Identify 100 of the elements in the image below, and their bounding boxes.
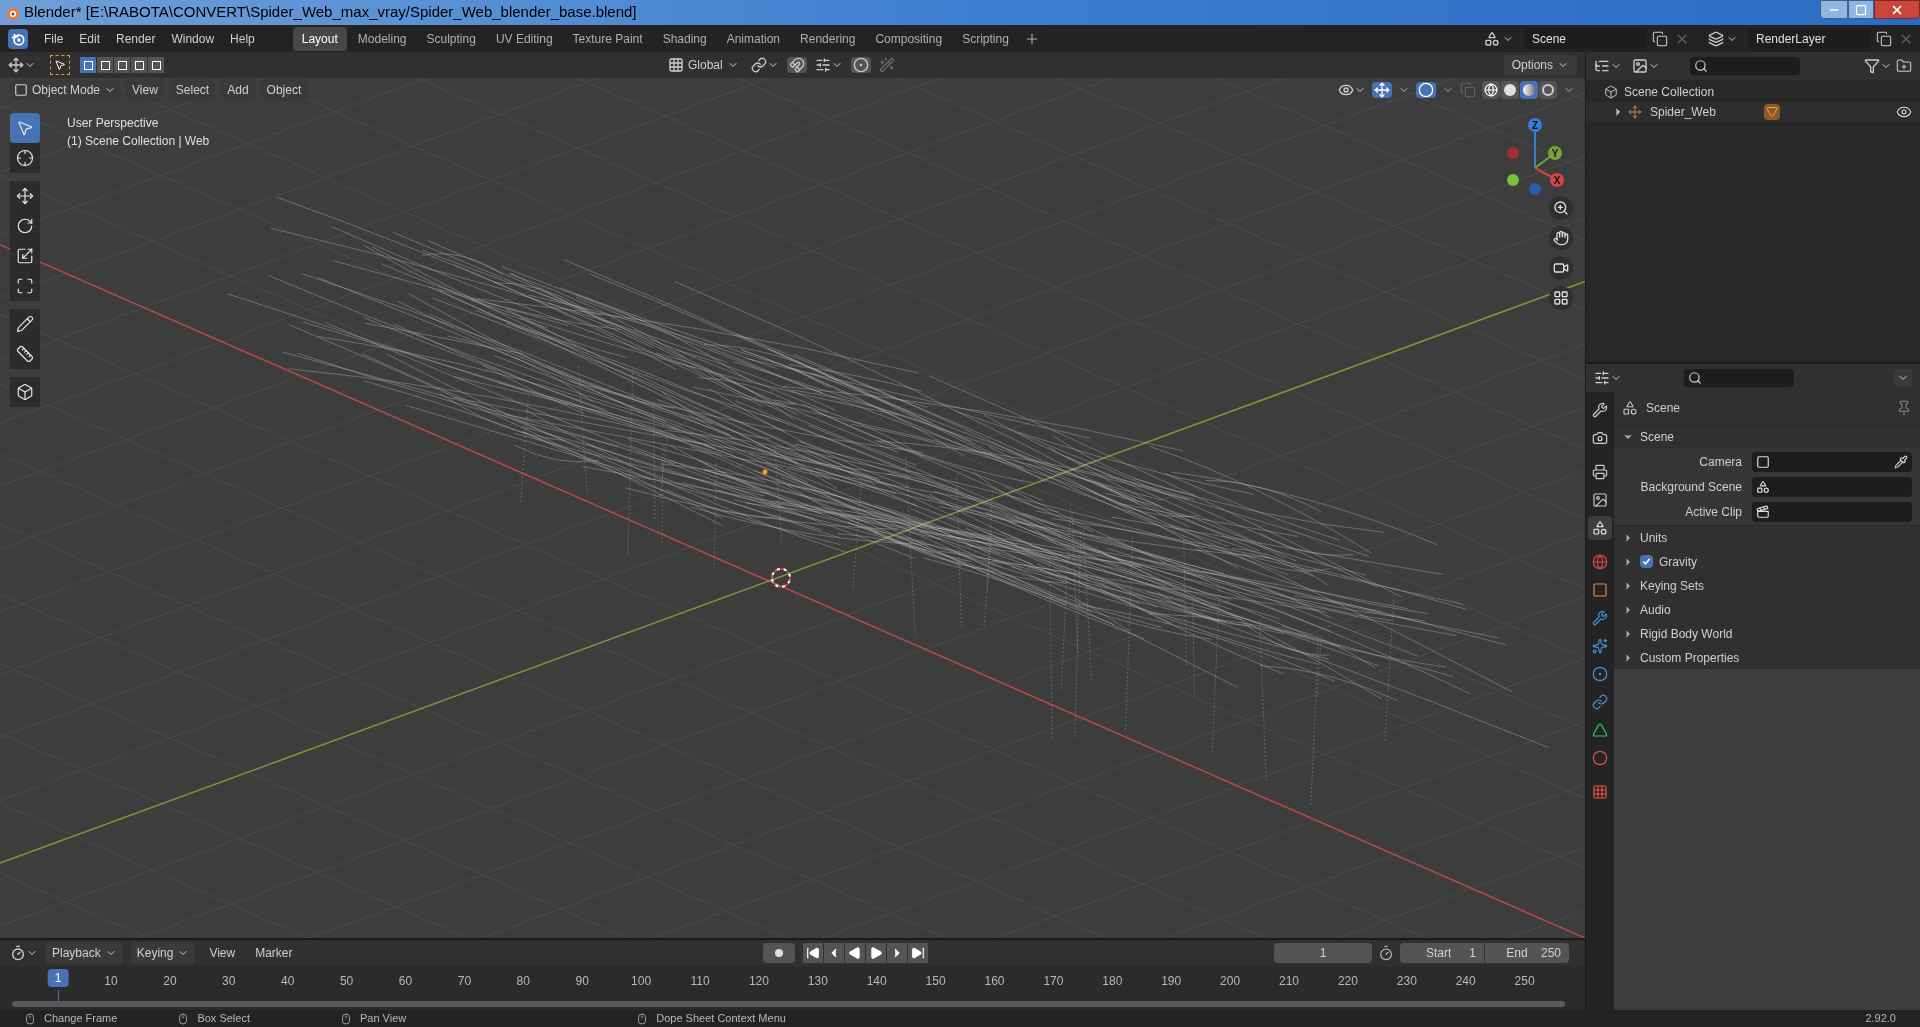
falloff-icon[interactable] <box>878 57 895 73</box>
workspace-tab[interactable]: Shading <box>653 26 716 51</box>
selection-mode-button[interactable] <box>97 57 113 73</box>
move-tool-button[interactable] <box>10 181 40 211</box>
section-title[interactable]: Gravity <box>1659 552 1697 571</box>
workspace-tab[interactable]: Compositing <box>866 26 952 51</box>
select-box-tool-button[interactable] <box>10 113 40 143</box>
current-frame-field[interactable]: 1 <box>1274 943 1372 963</box>
next-keyframe-button[interactable] <box>886 943 907 963</box>
copy-icon[interactable] <box>1876 30 1892 47</box>
mode-dropdown[interactable]: Object Mode <box>10 80 121 100</box>
close-button[interactable] <box>1874 0 1920 19</box>
viewport-menu-item[interactable]: Select <box>169 79 216 101</box>
filter-button[interactable] <box>1864 58 1892 74</box>
workspace-tab[interactable]: Animation <box>717 26 790 51</box>
axis-handle[interactable] <box>1507 147 1519 159</box>
scene-tab[interactable] <box>1588 516 1612 540</box>
new-collection-icon[interactable] <box>1896 58 1912 74</box>
record-button[interactable] <box>762 943 795 963</box>
section-title[interactable]: Units <box>1640 528 1668 547</box>
section-title[interactable]: Audio <box>1640 600 1671 619</box>
visibility-icon[interactable] <box>1896 104 1912 120</box>
selection-mode-button[interactable] <box>114 57 130 73</box>
end-frame-field[interactable]: End 250 <box>1485 943 1569 963</box>
timeline-menu-item[interactable]: View <box>203 942 242 964</box>
play-button[interactable] <box>865 943 886 963</box>
proportional-edit-button[interactable] <box>850 57 871 73</box>
clip-field[interactable] <box>1752 501 1912 522</box>
play-reverse-button[interactable] <box>844 943 865 963</box>
selection-mode-button[interactable] <box>80 57 96 73</box>
checkbox[interactable] <box>1640 555 1653 568</box>
view-layer-field[interactable]: RenderLayer <box>1748 28 1870 49</box>
selection-mode-button[interactable] <box>131 57 147 73</box>
tool-button[interactable] <box>50 55 70 75</box>
shading-mode-button[interactable] <box>1482 81 1500 99</box>
scene-field[interactable] <box>1752 476 1912 497</box>
cursor-tool-button[interactable] <box>10 143 40 173</box>
timeline-menu-item[interactable]: Marker <box>249 942 299 964</box>
workspace-tab[interactable]: Scripting <box>953 26 1018 51</box>
gizmo-toggle-button[interactable] <box>1372 82 1392 98</box>
blender-menu-button[interactable] <box>8 28 28 49</box>
search-field[interactable] <box>1684 369 1794 387</box>
add-cube-tool-button[interactable] <box>10 377 40 407</box>
snap-button[interactable] <box>786 57 807 73</box>
transform-tool-button[interactable] <box>10 271 40 301</box>
outliner-item[interactable]: Scene Collection <box>1624 83 1715 101</box>
workspace-tab[interactable]: UV Editing <box>486 26 562 51</box>
search-field[interactable] <box>1690 57 1800 75</box>
menu-item[interactable]: File <box>36 29 72 48</box>
timeline-menu-item[interactable]: Keying <box>130 942 196 964</box>
viewport-menu-item[interactable]: Object <box>260 79 308 101</box>
editor-type-button[interactable] <box>1594 58 1622 74</box>
orientation-dropdown[interactable]: Global <box>664 56 743 74</box>
pivot-button[interactable] <box>750 57 779 73</box>
panel-title[interactable]: Scene <box>1640 427 1675 446</box>
timeline-menu-item[interactable]: Playback <box>46 942 123 964</box>
axis-handle[interactable] <box>1507 174 1519 186</box>
shading-mode-button[interactable] <box>1501 81 1519 99</box>
axis-handle[interactable]: X <box>1550 173 1564 187</box>
editor-type-button[interactable] <box>8 57 36 73</box>
zoom-button[interactable] <box>1549 196 1573 220</box>
menu-item[interactable]: Help <box>222 29 263 48</box>
camera-field[interactable] <box>1752 451 1912 472</box>
editor-type-button[interactable] <box>1594 370 1622 386</box>
menu-item[interactable]: Window <box>163 29 223 48</box>
jump-end-button[interactable] <box>907 943 928 963</box>
previous-keyframe-button[interactable] <box>823 943 844 963</box>
current-frame-marker[interactable]: 1 <box>47 969 69 987</box>
axis-handle[interactable]: Z <box>1528 118 1542 132</box>
viewport-menu-item[interactable]: Add <box>221 79 255 101</box>
pin-icon[interactable] <box>1896 400 1912 416</box>
viewport-menu-item[interactable]: View <box>126 79 164 101</box>
ruler-tool-button[interactable] <box>10 339 40 369</box>
menu-item[interactable]: Render <box>108 29 164 48</box>
editor-type-button[interactable] <box>10 945 38 961</box>
axis-handle[interactable] <box>1529 183 1541 195</box>
options-button[interactable]: Options <box>1503 55 1577 75</box>
options-dropdown[interactable] <box>1894 369 1912 387</box>
shading-mode-button[interactable] <box>1520 81 1538 99</box>
start-frame-field[interactable]: Start 1 <box>1400 943 1484 963</box>
camera-button[interactable] <box>1549 256 1573 280</box>
workspace-tab[interactable]: Texture Paint <box>563 26 652 51</box>
workspace-tab[interactable]: Sculpting <box>417 26 485 51</box>
scene-field[interactable]: Scene <box>1524 28 1646 49</box>
workspace-tab[interactable]: Rendering <box>791 26 865 51</box>
timer-icon[interactable] <box>1378 945 1394 961</box>
axis-handle[interactable]: Y <box>1548 146 1562 160</box>
hand-button[interactable] <box>1549 226 1573 250</box>
pencil-tool-button[interactable] <box>10 309 40 339</box>
shading-mode-button[interactable] <box>1539 81 1557 99</box>
scrollbar[interactable] <box>12 1001 1565 1007</box>
grid-button[interactable] <box>1549 286 1573 310</box>
snap-target-button[interactable] <box>814 57 843 73</box>
maximize-button[interactable] <box>1848 0 1874 19</box>
overlay-toggle-button[interactable] <box>1416 82 1436 98</box>
menu-item[interactable]: Edit <box>71 29 109 48</box>
jump-start-button[interactable] <box>802 943 823 963</box>
workspace-tab[interactable]: Layout <box>292 26 347 51</box>
outliner-item[interactable]: Spider_Web <box>1650 103 1716 121</box>
workspace-tab[interactable]: Modeling <box>348 26 416 51</box>
